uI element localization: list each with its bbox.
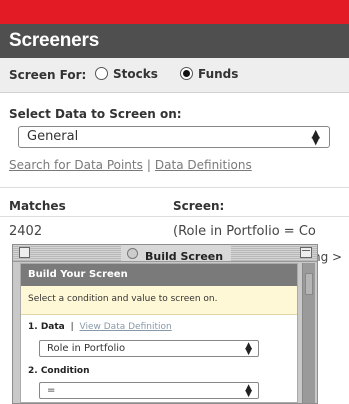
step2-label: 2. Condition (28, 366, 90, 376)
top-red-bar (0, 0, 349, 24)
condition-dropdown[interactable]: = ▲ ▼ (39, 382, 259, 399)
build-panel: Build Your Screen Select a condition and… (20, 263, 298, 403)
data-field-dropdown[interactable]: Role in Portfolio ▲ ▼ (39, 340, 259, 357)
step1-label: 1. Data (28, 322, 65, 332)
funds-radio-label[interactable]: Funds (198, 67, 238, 81)
window-app-icon (127, 248, 138, 259)
select-data-title: Select Data to Screen on: (9, 107, 182, 121)
data-field-value: Role in Portfolio (47, 343, 126, 354)
data-category-dropdown[interactable]: General ▲ ▼ (18, 126, 330, 148)
data-definitions-link[interactable]: Data Definitions (155, 158, 252, 172)
dropdown-arrows-icon: ▲ ▼ (311, 127, 320, 147)
screen-for-label: Screen For: (9, 68, 87, 82)
page-header: Screeners (0, 24, 349, 58)
screen-for-bar: Screen For: Stocks Funds (0, 58, 349, 93)
dropdown-arrows-icon: ▲ ▼ (245, 341, 252, 357)
window-scrollbar[interactable] (302, 263, 315, 403)
condition-value: = (47, 385, 56, 396)
window-titlebar[interactable]: Build Screen (13, 245, 317, 263)
window-title-area: Build Screen (121, 245, 232, 263)
panel-header: Build Your Screen (21, 264, 297, 286)
stocks-radio-label[interactable]: Stocks (113, 67, 158, 81)
view-data-definition-link[interactable]: View Data Definition (80, 322, 172, 332)
panel-title: Build Your Screen (28, 269, 128, 280)
stocks-radio[interactable] (95, 67, 108, 80)
dropdown-arrows-icon: ▲ ▼ (245, 383, 252, 399)
window-title: Build Screen (145, 250, 224, 263)
data-links: Search for Data Points | Data Definitions (9, 158, 252, 172)
screen-criteria-text: (Role in Portfolio = Co (173, 224, 316, 239)
screen-column-header: Screen: (173, 199, 225, 213)
link-separator: | (146, 158, 151, 172)
page-title: Screeners (9, 30, 100, 51)
search-data-points-link[interactable]: Search for Data Points (9, 158, 143, 172)
minimize-icon[interactable] (300, 247, 312, 258)
instruction-box: Select a condition and value to screen o… (21, 286, 297, 315)
step1-row: 1. Data | View Data Definition (28, 322, 172, 332)
funds-radio[interactable] (180, 67, 193, 80)
instruction-text: Select a condition and value to screen o… (28, 294, 218, 304)
matches-count: 2402 (9, 224, 43, 239)
scrollbar-thumb[interactable] (305, 273, 313, 295)
data-category-value: General (27, 129, 79, 144)
build-screen-window[interactable]: Build Screen Build Your Screen Select a … (12, 244, 318, 404)
close-icon[interactable] (19, 247, 30, 258)
matches-column-header: Matches (9, 199, 66, 213)
step1-separator: | (70, 322, 74, 332)
